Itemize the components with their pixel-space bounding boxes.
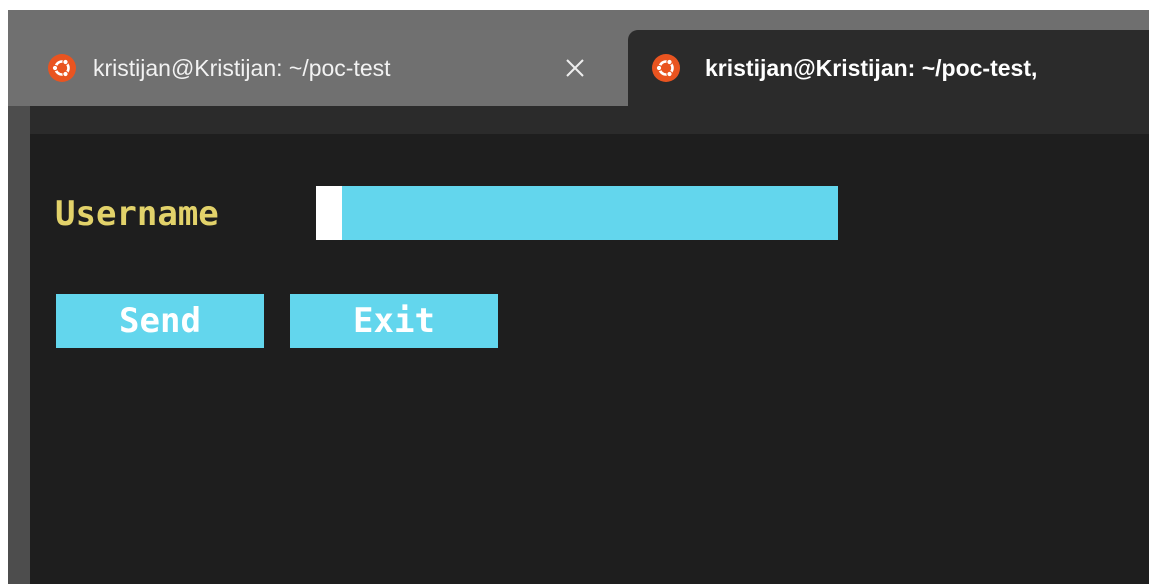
tab-bar: kristijan@Kristijan: ~/poc-test kristija… — [8, 10, 1149, 106]
tab-poc-test-1[interactable]: kristijan@Kristijan: ~/poc-test — [8, 30, 628, 106]
tab-poc-test-2[interactable]: kristijan@Kristijan: ~/poc-test, — [628, 30, 1149, 106]
username-input[interactable] — [316, 186, 838, 240]
terminal-area: Username Send Exit — [30, 134, 1149, 584]
ubuntu-icon — [652, 54, 680, 82]
send-button[interactable]: Send — [56, 294, 264, 348]
close-icon[interactable] — [562, 55, 588, 81]
username-label: Username — [55, 194, 219, 234]
window-edge — [8, 106, 30, 584]
exit-button[interactable]: Exit — [290, 294, 498, 348]
ubuntu-icon — [48, 54, 76, 82]
terminal-window: kristijan@Kristijan: ~/poc-test kristija… — [8, 10, 1149, 584]
tab-title: kristijan@Kristijan: ~/poc-test — [93, 55, 391, 81]
terminal-header — [30, 106, 1149, 134]
tab-title: kristijan@Kristijan: ~/poc-test, — [705, 55, 1038, 81]
text-cursor — [316, 186, 342, 240]
